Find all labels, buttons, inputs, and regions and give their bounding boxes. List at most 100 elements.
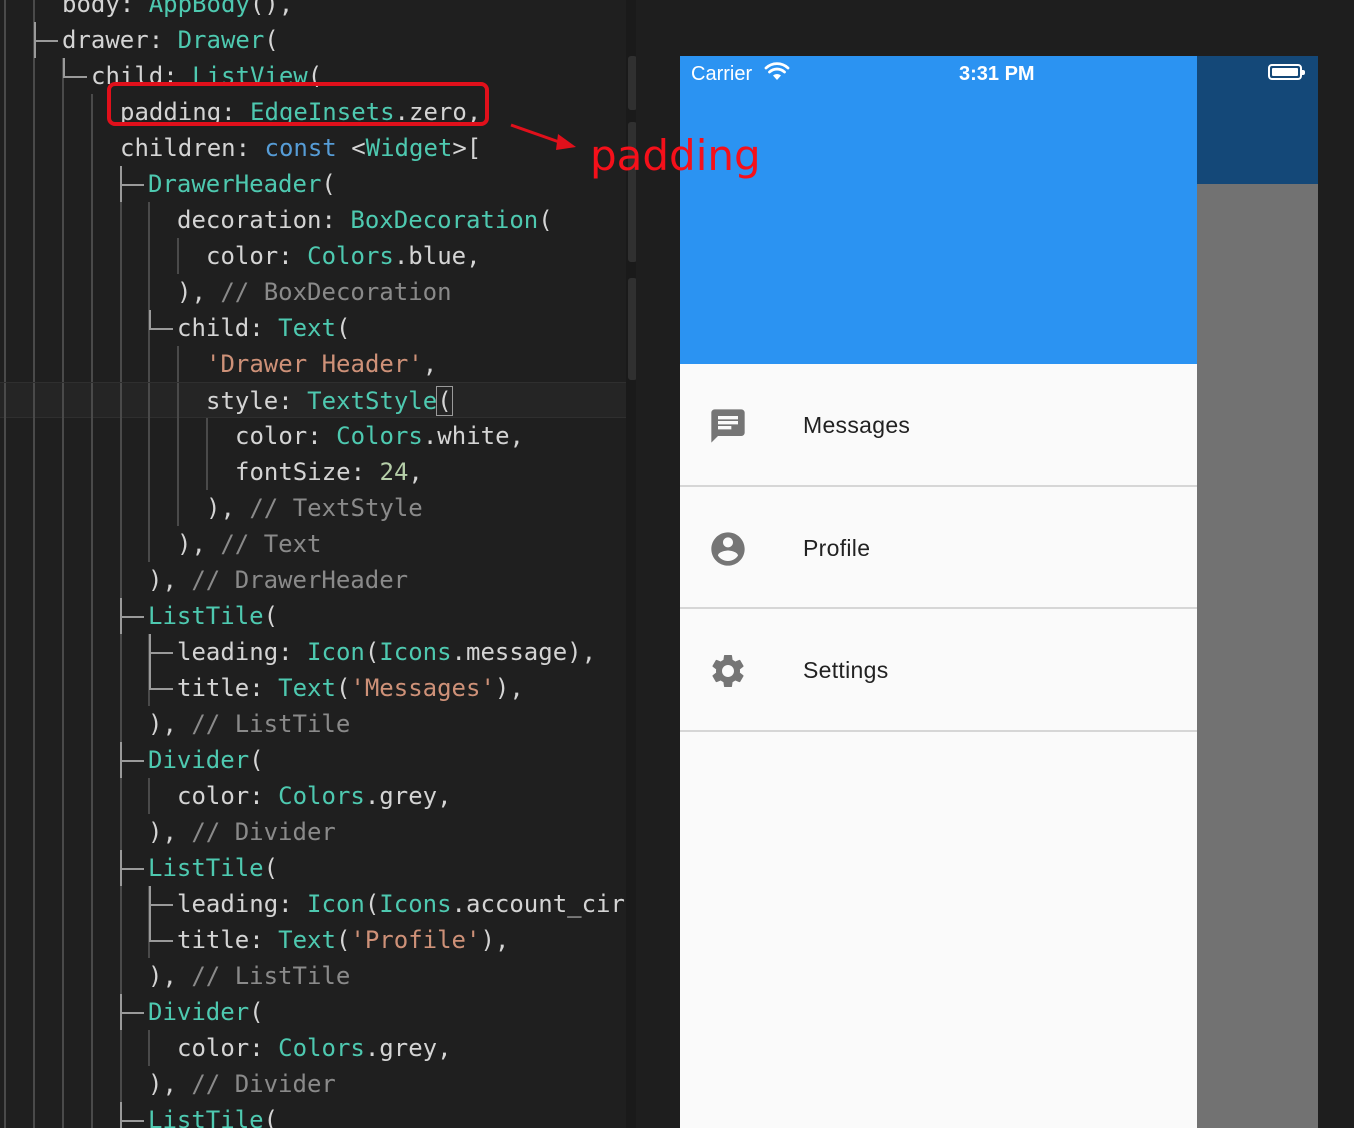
indent-guide [91, 598, 93, 634]
code-line[interactable]: color: Colors.grey, [0, 778, 636, 814]
code-line[interactable]: ), // Text [0, 526, 636, 562]
indent-guide [62, 994, 64, 1030]
code-line[interactable]: 'Drawer Header', [0, 346, 636, 382]
code-token: ( [335, 314, 351, 342]
code-token: const [264, 134, 337, 162]
code-line[interactable]: ListTile( [0, 850, 636, 886]
indent-guide [148, 1030, 150, 1066]
code-token: style: [206, 387, 308, 415]
indent-guide [206, 454, 208, 490]
indent-guide [4, 742, 6, 778]
indent-guide [62, 922, 64, 958]
indent-guide [33, 814, 35, 850]
code-line[interactable]: ), // TextStyle [0, 490, 636, 526]
code-text: ), // TextStyle [206, 490, 423, 526]
code-line[interactable]: drawer: Drawer( [0, 22, 636, 58]
code-token: ( [335, 674, 351, 702]
code-line[interactable]: Divider( [0, 994, 636, 1030]
menu-item-messages[interactable]: Messages [680, 364, 1197, 486]
code-line[interactable]: color: Colors.grey, [0, 1030, 636, 1066]
code-token: leading: [177, 638, 308, 666]
indent-guide [62, 274, 64, 310]
code-line[interactable]: fontSize: 24, [0, 454, 636, 490]
code-line[interactable]: child: Text( [0, 310, 636, 346]
indent-guide [4, 490, 6, 526]
indent-guide [91, 1102, 93, 1128]
scrollbar-marker [628, 278, 636, 380]
indent-guide [177, 418, 179, 454]
code-line[interactable]: leading: Icon(Icons.account_circ [0, 886, 636, 922]
code-token: color: [177, 782, 279, 810]
code-text: drawer: Drawer( [62, 22, 279, 58]
indent-guide [91, 1066, 93, 1102]
code-lines[interactable]: body: AppBody(), drawer: Drawer(child: Li… [0, 0, 636, 1128]
code-token: .blue, [393, 242, 481, 270]
indent-guide [120, 346, 122, 382]
indent-guide [148, 778, 150, 814]
code-line[interactable]: ListTile( [0, 1102, 636, 1128]
indent-guide [91, 958, 93, 994]
code-token: Drawer [177, 26, 265, 54]
code-line[interactable]: color: Colors.white, [0, 418, 636, 454]
code-token: Divider [148, 998, 250, 1026]
drawer-header [680, 56, 1197, 364]
code-token: color: [235, 422, 337, 450]
menu-item-profile[interactable]: Profile [680, 487, 1197, 609]
code-line[interactable]: ListTile( [0, 598, 636, 634]
code-line[interactable]: DrawerHeader( [0, 166, 636, 202]
code-line[interactable]: style: TextStyle( [0, 382, 636, 419]
code-line[interactable]: children: const <Widget>[ [0, 130, 636, 166]
code-line[interactable]: Divider( [0, 742, 636, 778]
code-text: color: Colors.grey, [177, 1030, 452, 1066]
code-line[interactable]: leading: Icon(Icons.message), [0, 634, 636, 670]
drawer-scrim[interactable] [1197, 184, 1318, 1128]
indent-guide [62, 778, 64, 814]
code-token: ), [480, 926, 510, 954]
indent-guide [4, 886, 6, 922]
code-line[interactable]: ), // Divider [0, 1066, 636, 1102]
code-token: ( [364, 890, 380, 918]
code-token: , [408, 458, 423, 486]
menu-item-label: Settings [803, 657, 889, 683]
code-token: body: [62, 0, 149, 18]
code-line[interactable]: ), // DrawerHeader [0, 562, 636, 598]
menu-item-settings[interactable]: Settings [680, 609, 1197, 731]
indent-guide [4, 274, 6, 310]
code-text: Divider( [148, 994, 264, 1030]
indent-guide [62, 130, 64, 166]
indent-guide [4, 310, 6, 346]
code-text: ), // BoxDecoration [177, 274, 452, 310]
code-line[interactable]: title: Text('Messages'), [0, 670, 636, 706]
code-line[interactable]: ), // BoxDecoration [0, 274, 636, 310]
indent-guide [33, 490, 35, 526]
indent-guide [120, 274, 122, 310]
code-token: ( [264, 26, 279, 54]
indent-guide [120, 526, 122, 562]
indent-guide [91, 814, 93, 850]
indent-guide [4, 202, 6, 238]
code-line[interactable]: ), // ListTile [0, 958, 636, 994]
battery-icon [1268, 64, 1305, 80]
code-editor[interactable]: body: AppBody(), drawer: Drawer(child: Li… [0, 0, 636, 1128]
code-line[interactable]: ), // ListTile [0, 706, 636, 742]
indent-guide [62, 886, 64, 922]
code-token: 'Profile' [350, 926, 481, 954]
code-line[interactable]: ), // Divider [0, 814, 636, 850]
code-line[interactable]: color: Colors.blue, [0, 238, 636, 274]
indent-guide [4, 1030, 6, 1066]
code-token: // Divider [191, 1070, 336, 1098]
code-line[interactable]: decoration: BoxDecoration( [0, 202, 636, 238]
indent-guide [33, 0, 35, 22]
tree-branch [63, 58, 65, 78]
tree-branch [120, 166, 122, 202]
indent-guide [33, 994, 35, 1030]
code-line[interactable]: title: Text('Profile'), [0, 922, 636, 958]
code-text: fontSize: 24, [235, 454, 423, 490]
indent-guide [33, 94, 35, 130]
annotation-label: padding [590, 131, 761, 180]
tree-branch [120, 994, 122, 1030]
indent-guide [4, 670, 6, 706]
code-line[interactable]: body: AppBody(), [0, 0, 636, 22]
indent-guide [120, 922, 122, 958]
indent-guide [120, 1066, 122, 1102]
